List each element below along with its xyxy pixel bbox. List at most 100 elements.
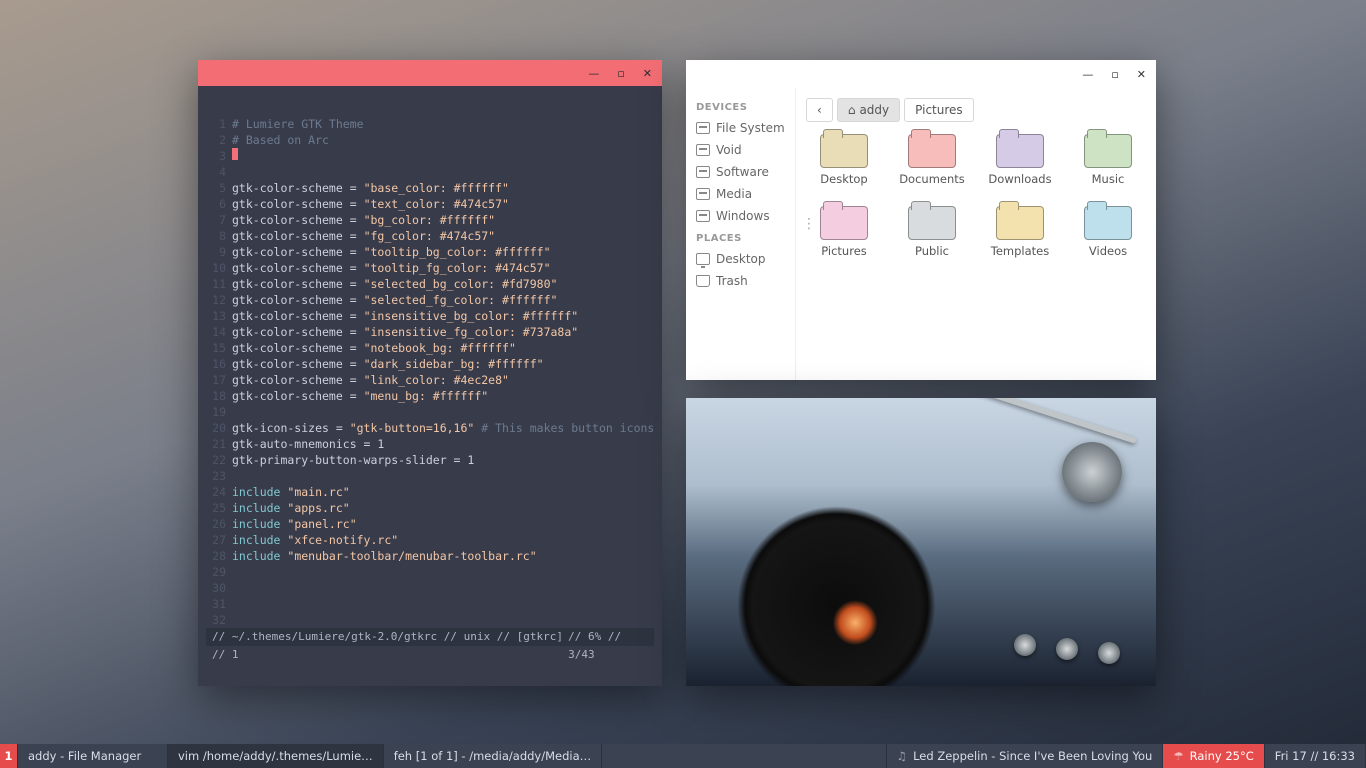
editor-titlebar[interactable]: — ▫ ✕ (198, 60, 662, 86)
taskbar-task[interactable]: feh [1 of 1] - /media/addy/Media… (384, 744, 602, 768)
minimize-icon[interactable]: — (588, 67, 599, 80)
code-token: "tooltip_fg_color: #474c57" (364, 260, 551, 276)
taskbar-task[interactable]: addy - File Manager (18, 744, 168, 768)
code-token: "menubar-toolbar/menubar-toolbar.rc" (287, 548, 536, 564)
folder-item[interactable]: Public (896, 206, 968, 258)
code-line: 24include "main.rc" (204, 484, 654, 500)
line-number: 22 (204, 452, 226, 468)
code-token: gtk-color-scheme = (232, 292, 364, 308)
maximize-icon[interactable]: ▫ (617, 67, 624, 80)
code-line: 19 (204, 404, 654, 420)
disk-icon (696, 188, 710, 200)
maximize-icon[interactable]: ▫ (1111, 68, 1118, 81)
code-token: # Lumiere GTK Theme (232, 116, 364, 132)
sidebar-item-label: Desktop (716, 252, 766, 266)
code-token: include (232, 532, 287, 548)
code-line: 31 (204, 596, 654, 612)
code-token: "main.rc" (287, 484, 349, 500)
code-line: 6gtk-color-scheme = "text_color: #474c57… (204, 196, 654, 212)
imageviewer-window[interactable] (686, 398, 1156, 686)
line-number: 29 (204, 564, 226, 580)
screen-icon (696, 253, 710, 265)
code-token: "panel.rc" (287, 516, 356, 532)
nowplaying[interactable]: ♫ Led Zeppelin - Since I've Been Loving … (886, 744, 1164, 768)
workspace-indicator[interactable]: 1 (0, 744, 18, 768)
sidebar-item[interactable]: Media (692, 183, 789, 205)
filemanager-window: — ▫ ✕ DEVICESFile SystemVoidSoftwareMedi… (686, 60, 1156, 380)
code-line: 13gtk-color-scheme = "insensitive_bg_col… (204, 308, 654, 324)
line-number: 17 (204, 372, 226, 388)
line-number: 2 (204, 132, 226, 148)
folder-label: Public (915, 244, 949, 258)
back-button[interactable]: ‹ (806, 98, 833, 122)
folder-item[interactable]: Downloads (984, 134, 1056, 186)
nowplaying-label: Led Zeppelin - Since I've Been Loving Yo… (913, 749, 1152, 763)
kebab-icon[interactable]: ⋮ (802, 216, 815, 232)
close-icon[interactable]: ✕ (1137, 68, 1146, 81)
weather-label: Rainy 25°C (1190, 749, 1254, 763)
taskbar-task[interactable]: vim /home/addy/.themes/Lumie… (168, 744, 384, 768)
line-number: 12 (204, 292, 226, 308)
knob-icon (1098, 642, 1120, 664)
status-right: // 6% // 3/43 (568, 628, 648, 646)
folder-item[interactable]: Videos (1072, 206, 1144, 258)
filemanager-sidebar: DEVICESFile SystemVoidSoftwareMediaWindo… (686, 88, 796, 380)
folder-item[interactable]: Pictures (808, 206, 880, 258)
code-line: 18gtk-color-scheme = "menu_bg: #ffffff" (204, 388, 654, 404)
code-line: 27include "xfce-notify.rc" (204, 532, 654, 548)
sidebar-item[interactable]: Windows (692, 205, 789, 227)
filemanager-titlebar[interactable]: — ▫ ✕ (686, 60, 1156, 88)
code-line: 21gtk-auto-mnemonics = 1 (204, 436, 654, 452)
code-token: include (232, 484, 287, 500)
code-token: gtk-color-scheme = (232, 372, 364, 388)
line-number: 1 (204, 116, 226, 132)
code-token: include (232, 548, 287, 564)
sidebar-item[interactable]: File System (692, 117, 789, 139)
line-number: 4 (204, 164, 226, 180)
folder-icon (1084, 134, 1132, 168)
minimize-icon[interactable]: — (1082, 68, 1093, 81)
code-line: 7gtk-color-scheme = "bg_color: #ffffff" (204, 212, 654, 228)
code-token: "tooltip_bg_color: #ffffff" (364, 244, 551, 260)
line-number: 11 (204, 276, 226, 292)
home-icon: ⌂ (848, 103, 856, 117)
code-token: # Based on Arc (232, 132, 329, 148)
clock[interactable]: Fri 17 // 16:33 (1265, 744, 1366, 768)
code-line: 15gtk-color-scheme = "notebook_bg: #ffff… (204, 340, 654, 356)
code-line: 4 (204, 164, 654, 180)
editor-statusbar: // ~/.themes/Lumiere/gtk-2.0/gtkrc // un… (206, 628, 654, 646)
line-number: 6 (204, 196, 226, 212)
music-icon: ♫ (897, 749, 907, 763)
folder-icon (908, 134, 956, 168)
folder-item[interactable]: Documents (896, 134, 968, 186)
folder-item[interactable]: Desktop (808, 134, 880, 186)
sidebar-item-label: Trash (716, 274, 748, 288)
editor-window: — ▫ ✕ 1 # Lumiere GTK Theme 2 # Based on Ar… (198, 60, 662, 686)
folder-label: Documents (899, 172, 965, 186)
line-number: 10 (204, 260, 226, 276)
breadcrumb-current[interactable]: Pictures (904, 98, 974, 122)
sidebar-heading: PLACES (696, 233, 789, 244)
sidebar-item[interactable]: Desktop (692, 248, 789, 270)
close-icon[interactable]: ✕ (643, 67, 652, 80)
code-line: 5gtk-color-scheme = "base_color: #ffffff… (204, 180, 654, 196)
line-number: 7 (204, 212, 226, 228)
weather[interactable]: ☂ Rainy 25°C (1163, 744, 1264, 768)
disk-icon (696, 210, 710, 222)
folder-item[interactable]: Music (1072, 134, 1144, 186)
sidebar-item[interactable]: Software (692, 161, 789, 183)
code-token: "fg_color: #474c57" (364, 228, 496, 244)
code-token: include (232, 500, 287, 516)
sidebar-item-label: Void (716, 143, 742, 157)
code-token: gtk-color-scheme = (232, 212, 364, 228)
sidebar-item[interactable]: Void (692, 139, 789, 161)
sidebar-item-label: File System (716, 121, 785, 135)
sidebar-item[interactable]: Trash (692, 270, 789, 292)
folder-icon (820, 134, 868, 168)
folder-item[interactable]: Templates (984, 206, 1056, 258)
code-token: gtk-auto-mnemonics = 1 (232, 436, 384, 452)
editor-body[interactable]: 1# Lumiere GTK Theme2# Based on Arc345gt… (198, 86, 662, 686)
breadcrumb-home[interactable]: ⌂ addy (837, 98, 900, 122)
knob-icon (1056, 638, 1078, 660)
code-token: "insensitive_bg_color: #ffffff" (364, 308, 579, 324)
